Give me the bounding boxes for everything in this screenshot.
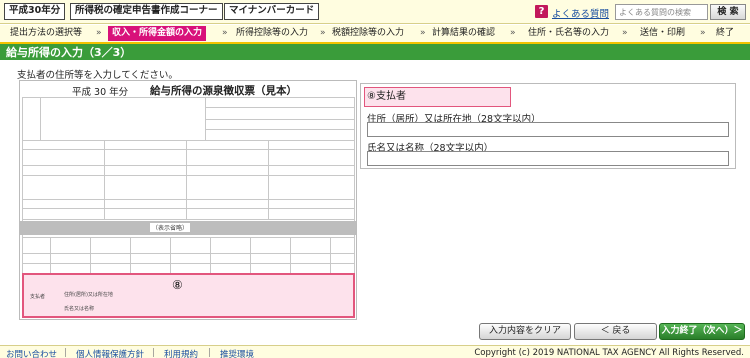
clear-input-button[interactable]: 入力内容をクリア	[479, 323, 571, 340]
step-send-print: 送信・印刷	[640, 28, 686, 38]
grid-line	[130, 237, 131, 273]
step-navigation: 提出方法の選択等 » 収入・所得金額の入力 » 所得控除等の入力 » 税額控除等…	[0, 25, 750, 42]
back-button[interactable]: ＜ 戻る	[574, 323, 657, 340]
omitted-section: （表示省略）	[20, 221, 356, 235]
mynumber-card-button[interactable]: マイナンバーカード	[224, 3, 320, 20]
step-separator: »	[700, 28, 706, 38]
step-result-check: 計算結果の確認	[432, 28, 496, 38]
faq-search-input[interactable]: よくある質問の検索	[615, 4, 708, 20]
grid-line	[22, 175, 355, 176]
step-deduction-input: 所得控除等の入力	[236, 28, 309, 38]
grid-line	[205, 107, 355, 108]
grid-line	[186, 140, 187, 219]
step-separator: »	[510, 28, 516, 38]
grid-line	[290, 237, 291, 273]
step-tax-credit-input: 税額控除等の入力	[332, 28, 405, 38]
grid-line	[104, 140, 105, 219]
grid-line	[22, 263, 355, 264]
grid-line	[205, 119, 355, 120]
payer-name-input[interactable]	[367, 151, 729, 166]
page-title: 給与所得の入力（3／3）	[6, 46, 132, 59]
grid-line	[22, 219, 355, 220]
footer-separator: |	[208, 348, 211, 358]
payer-input-panel: ⑧支払者 住所（居所）又は所在地（28文字以内） 氏名又は名称（28文字以内）	[360, 83, 736, 169]
footer-separator: |	[64, 348, 67, 358]
faq-link[interactable]: よくある質問	[552, 6, 609, 20]
grid-line	[250, 237, 251, 273]
grid-line	[205, 129, 355, 130]
section-number-8: ⑧	[172, 278, 183, 292]
slip-year: 平成 30 年分	[72, 87, 129, 98]
step-separator: »	[622, 28, 628, 38]
recommended-env-link[interactable]: 推奨環境	[220, 348, 254, 358]
step-separator: »	[222, 28, 228, 38]
grid-line	[22, 199, 355, 200]
grid-line	[22, 237, 355, 238]
search-button[interactable]: 検 索	[710, 4, 746, 20]
footer: お問い合わせ | 個人情報保護方針 | 利用規約 | 推奨環境 Copyrigh…	[0, 345, 750, 358]
grid-line	[22, 208, 355, 209]
next-button[interactable]: 入力終了（次へ）＞	[659, 323, 745, 340]
instruction-text: 支払者の住所等を入力してください。	[17, 70, 178, 81]
grid-line	[22, 165, 355, 166]
grid-line	[90, 237, 91, 273]
grid-line	[330, 237, 331, 273]
grid-line	[22, 97, 355, 98]
grid-line	[22, 253, 355, 254]
step-finish: 終了	[716, 28, 735, 38]
grid-line	[22, 149, 355, 150]
grid-line	[354, 97, 355, 273]
grid-line	[170, 237, 171, 273]
payer-highlight-section: ⑧ 支払者 住所(居所)又は所在地 氏名又は名称	[22, 273, 355, 318]
year-button[interactable]: 平成30年分	[4, 3, 66, 20]
grid-line	[40, 97, 41, 140]
payer-section-header: ⑧支払者	[364, 87, 511, 107]
question-icon: ?	[535, 5, 548, 18]
slip-name-label: 氏名又は名称	[64, 306, 95, 312]
page-title-bar: 給与所得の入力（3／3）	[0, 42, 750, 60]
copyright: Copyright (c) 2019 NATIONAL TAX AGENCY A…	[474, 348, 744, 358]
step-separator: »	[96, 28, 102, 38]
step-separator: »	[420, 28, 426, 38]
grid-line	[268, 140, 269, 219]
slip-payer-label: 支払者	[30, 294, 46, 300]
terms-link[interactable]: 利用規約	[164, 348, 198, 358]
footer-separator: |	[152, 348, 155, 358]
withholding-slip-sample: 平成 30 年分 給与所得の源泉徴収票（見本） （表示省略） ⑧ 支払者 住所(…	[19, 80, 357, 320]
grid-line	[50, 237, 51, 273]
step-separator: »	[320, 28, 326, 38]
privacy-policy-link[interactable]: 個人情報保護方針	[76, 348, 144, 358]
contact-link[interactable]: お問い合わせ	[6, 348, 57, 358]
grid-line	[210, 237, 211, 273]
top-bar: 平成30年分 所得税の確定申告書作成コーナー マイナンバーカード ? よくある質…	[0, 0, 750, 24]
slip-address-label: 住所(居所)又は所在地	[64, 292, 113, 298]
slip-title: 給与所得の源泉徴収票（見本）	[150, 85, 297, 97]
grid-line	[22, 140, 355, 141]
step-address-name-input: 住所・氏名等の入力	[528, 28, 610, 38]
step-income-input: 収入・所得金額の入力	[108, 26, 207, 41]
filing-corner-button[interactable]: 所得税の確定申告書作成コーナー	[70, 3, 223, 20]
omitted-label: （表示省略）	[150, 223, 191, 232]
grid-line	[22, 97, 23, 273]
step-submission-method: 提出方法の選択等	[10, 28, 83, 38]
payer-address-input[interactable]	[367, 122, 729, 137]
